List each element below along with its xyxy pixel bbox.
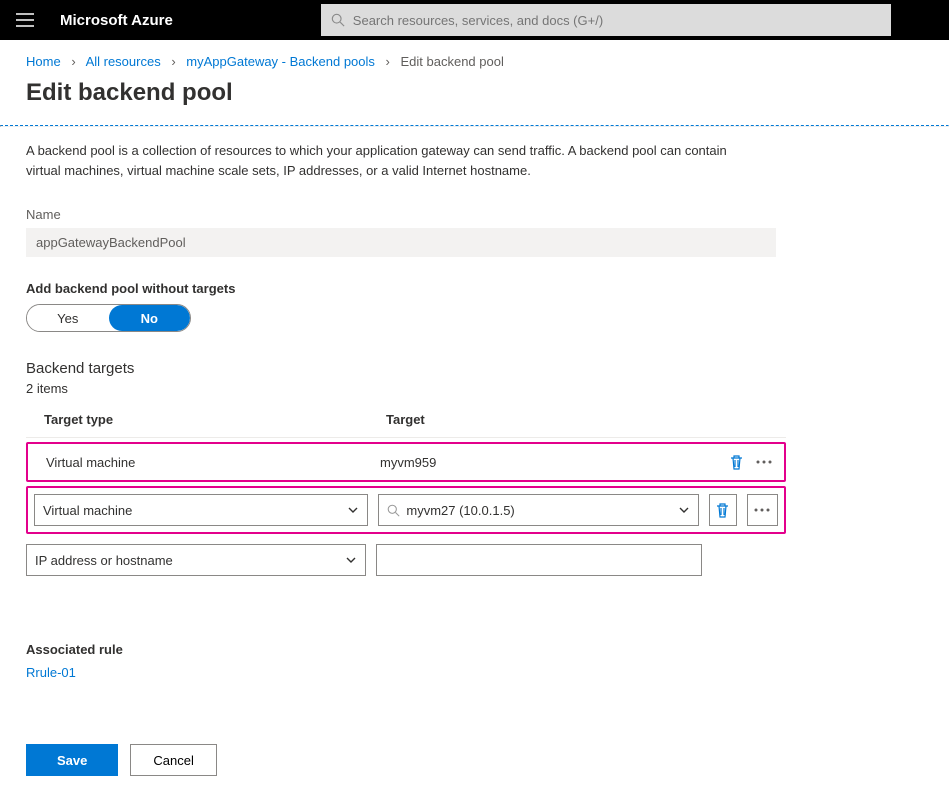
name-label: Name (26, 207, 923, 222)
target-select[interactable]: myvm27 (10.0.1.5) (378, 494, 699, 526)
top-bar: Microsoft Azure (0, 0, 949, 40)
menu-icon[interactable] (0, 13, 50, 27)
col-target-type: Target type (44, 412, 386, 427)
target-type-select-value: IP address or hostname (35, 553, 173, 568)
toggle-no[interactable]: No (109, 305, 191, 331)
search-input[interactable] (353, 13, 881, 28)
targets-heading: Backend targets (26, 360, 923, 377)
chevron-right-icon: › (386, 54, 390, 69)
more-icon[interactable] (754, 452, 774, 472)
page-description: A backend pool is a collection of resour… (26, 141, 746, 181)
col-target: Target (386, 412, 768, 427)
name-field (26, 228, 776, 257)
target-input[interactable] (376, 544, 702, 576)
breadcrumb-home[interactable]: Home (26, 54, 61, 69)
chevron-down-icon (347, 504, 359, 516)
target-type-value: Virtual machine (38, 455, 380, 470)
breadcrumb-current: Edit backend pool (401, 54, 504, 69)
chevron-right-icon: › (71, 54, 75, 69)
without-targets-toggle[interactable]: Yes No (26, 304, 191, 332)
table-row: Virtual machine myvm27 (10.0.1.5) (26, 486, 786, 534)
targets-table: Target type Target Virtual machine myvm9… (26, 412, 786, 582)
target-value: myvm959 (380, 455, 726, 470)
search-icon (331, 13, 345, 27)
breadcrumb-gateway[interactable]: myAppGateway - Backend pools (186, 54, 375, 69)
more-button[interactable] (747, 494, 778, 526)
search-icon (387, 504, 400, 517)
target-type-select[interactable]: IP address or hostname (26, 544, 366, 576)
footer-actions: Save Cancel (0, 744, 949, 796)
without-targets-label: Add backend pool without targets (26, 281, 923, 296)
target-type-select[interactable]: Virtual machine (34, 494, 368, 526)
toggle-yes[interactable]: Yes (27, 305, 109, 331)
table-row: Virtual machine myvm959 (26, 442, 786, 482)
page-title: Edit backend pool (0, 75, 949, 125)
items-count: 2 items (26, 381, 923, 396)
target-select-value: myvm27 (10.0.1.5) (406, 503, 514, 518)
associated-rule-link[interactable]: Rrule-01 (26, 665, 76, 680)
save-button[interactable]: Save (26, 744, 118, 776)
search-bar[interactable] (321, 4, 891, 36)
target-type-select-value: Virtual machine (43, 503, 132, 518)
chevron-right-icon: › (171, 54, 175, 69)
cancel-button[interactable]: Cancel (130, 744, 216, 776)
breadcrumb-all-resources[interactable]: All resources (86, 54, 161, 69)
chevron-down-icon (345, 554, 357, 566)
associated-rule-label: Associated rule (26, 642, 923, 657)
table-header: Target type Target (26, 412, 786, 438)
breadcrumb: Home › All resources › myAppGateway - Ba… (0, 40, 949, 75)
delete-button[interactable] (709, 494, 737, 526)
table-row-new: IP address or hostname (26, 538, 786, 582)
chevron-down-icon (678, 504, 690, 516)
brand-logo: Microsoft Azure (50, 12, 191, 29)
delete-icon[interactable] (726, 452, 746, 472)
